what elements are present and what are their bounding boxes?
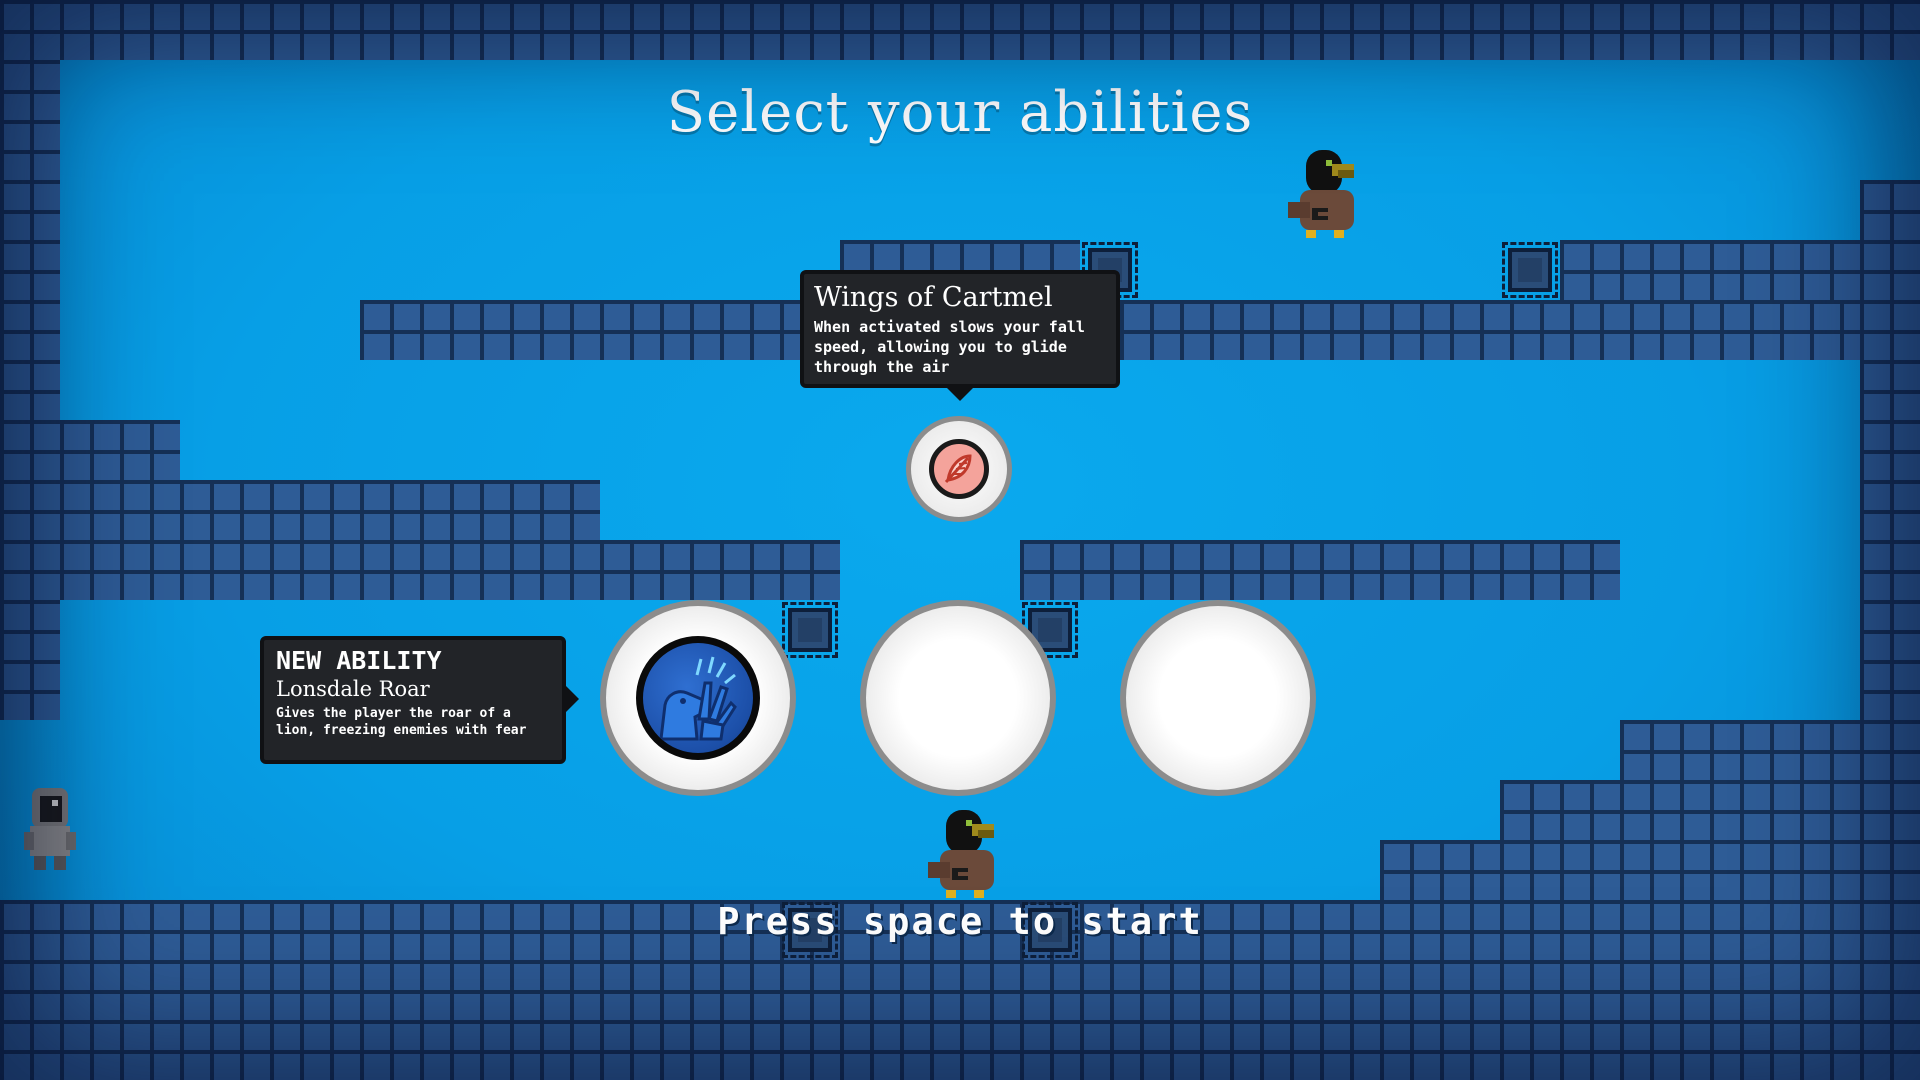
tooltip-pointer [566,686,579,712]
brick-ledge-left [60,480,600,540]
brick-stair-right-2 [1500,780,1860,840]
brick-platform-top-left [360,300,800,360]
ability-slot-2[interactable] [860,600,1056,796]
selected-ability-description: When activated slows your fall speed, al… [814,318,1085,376]
brick-ledge-left-step [60,420,180,480]
selected-ability-slot[interactable] [906,416,1012,522]
selected-ability-name: Wings of Cartmel [814,282,1053,313]
tooltip-pointer [947,388,973,401]
new-ability-heading: NEW ABILITY [276,646,442,675]
crow-icon [1288,150,1354,238]
brick-platform-middle-right [1020,540,1620,600]
brick-platform-top-right-step [1560,240,1860,300]
brick-ledge-left-lower [60,540,840,600]
brick-platform-top-right [1120,300,1860,360]
screen-title: Select your abilities [666,80,1254,145]
ability-slot-1[interactable] [600,600,796,796]
new-ability-tooltip: NEW ABILITY Lonsdale Roar Gives the play… [260,636,566,764]
selected-ability-tooltip: Wings of Cartmel When activated slows yo… [800,270,1120,388]
roar-hand-icon [636,636,760,760]
new-ability-description: Gives the player the roar of a lion, fre… [276,706,527,738]
brick-stair-right-1 [1620,720,1860,780]
ability-slot-3[interactable] [1120,600,1316,796]
brick-ceiling [0,0,1920,60]
knight-icon [24,788,76,870]
brick-stair-right-3 [1380,840,1860,900]
feather-icon [929,439,989,499]
spike-block [1502,242,1558,298]
start-prompt: Press space to start [717,900,1203,943]
crow-icon [928,810,994,898]
game-screen: Select your abilities Wings of Cartmel W… [0,0,1920,1080]
new-ability-name: Lonsdale Roar [276,677,430,701]
spike-block [782,602,838,658]
